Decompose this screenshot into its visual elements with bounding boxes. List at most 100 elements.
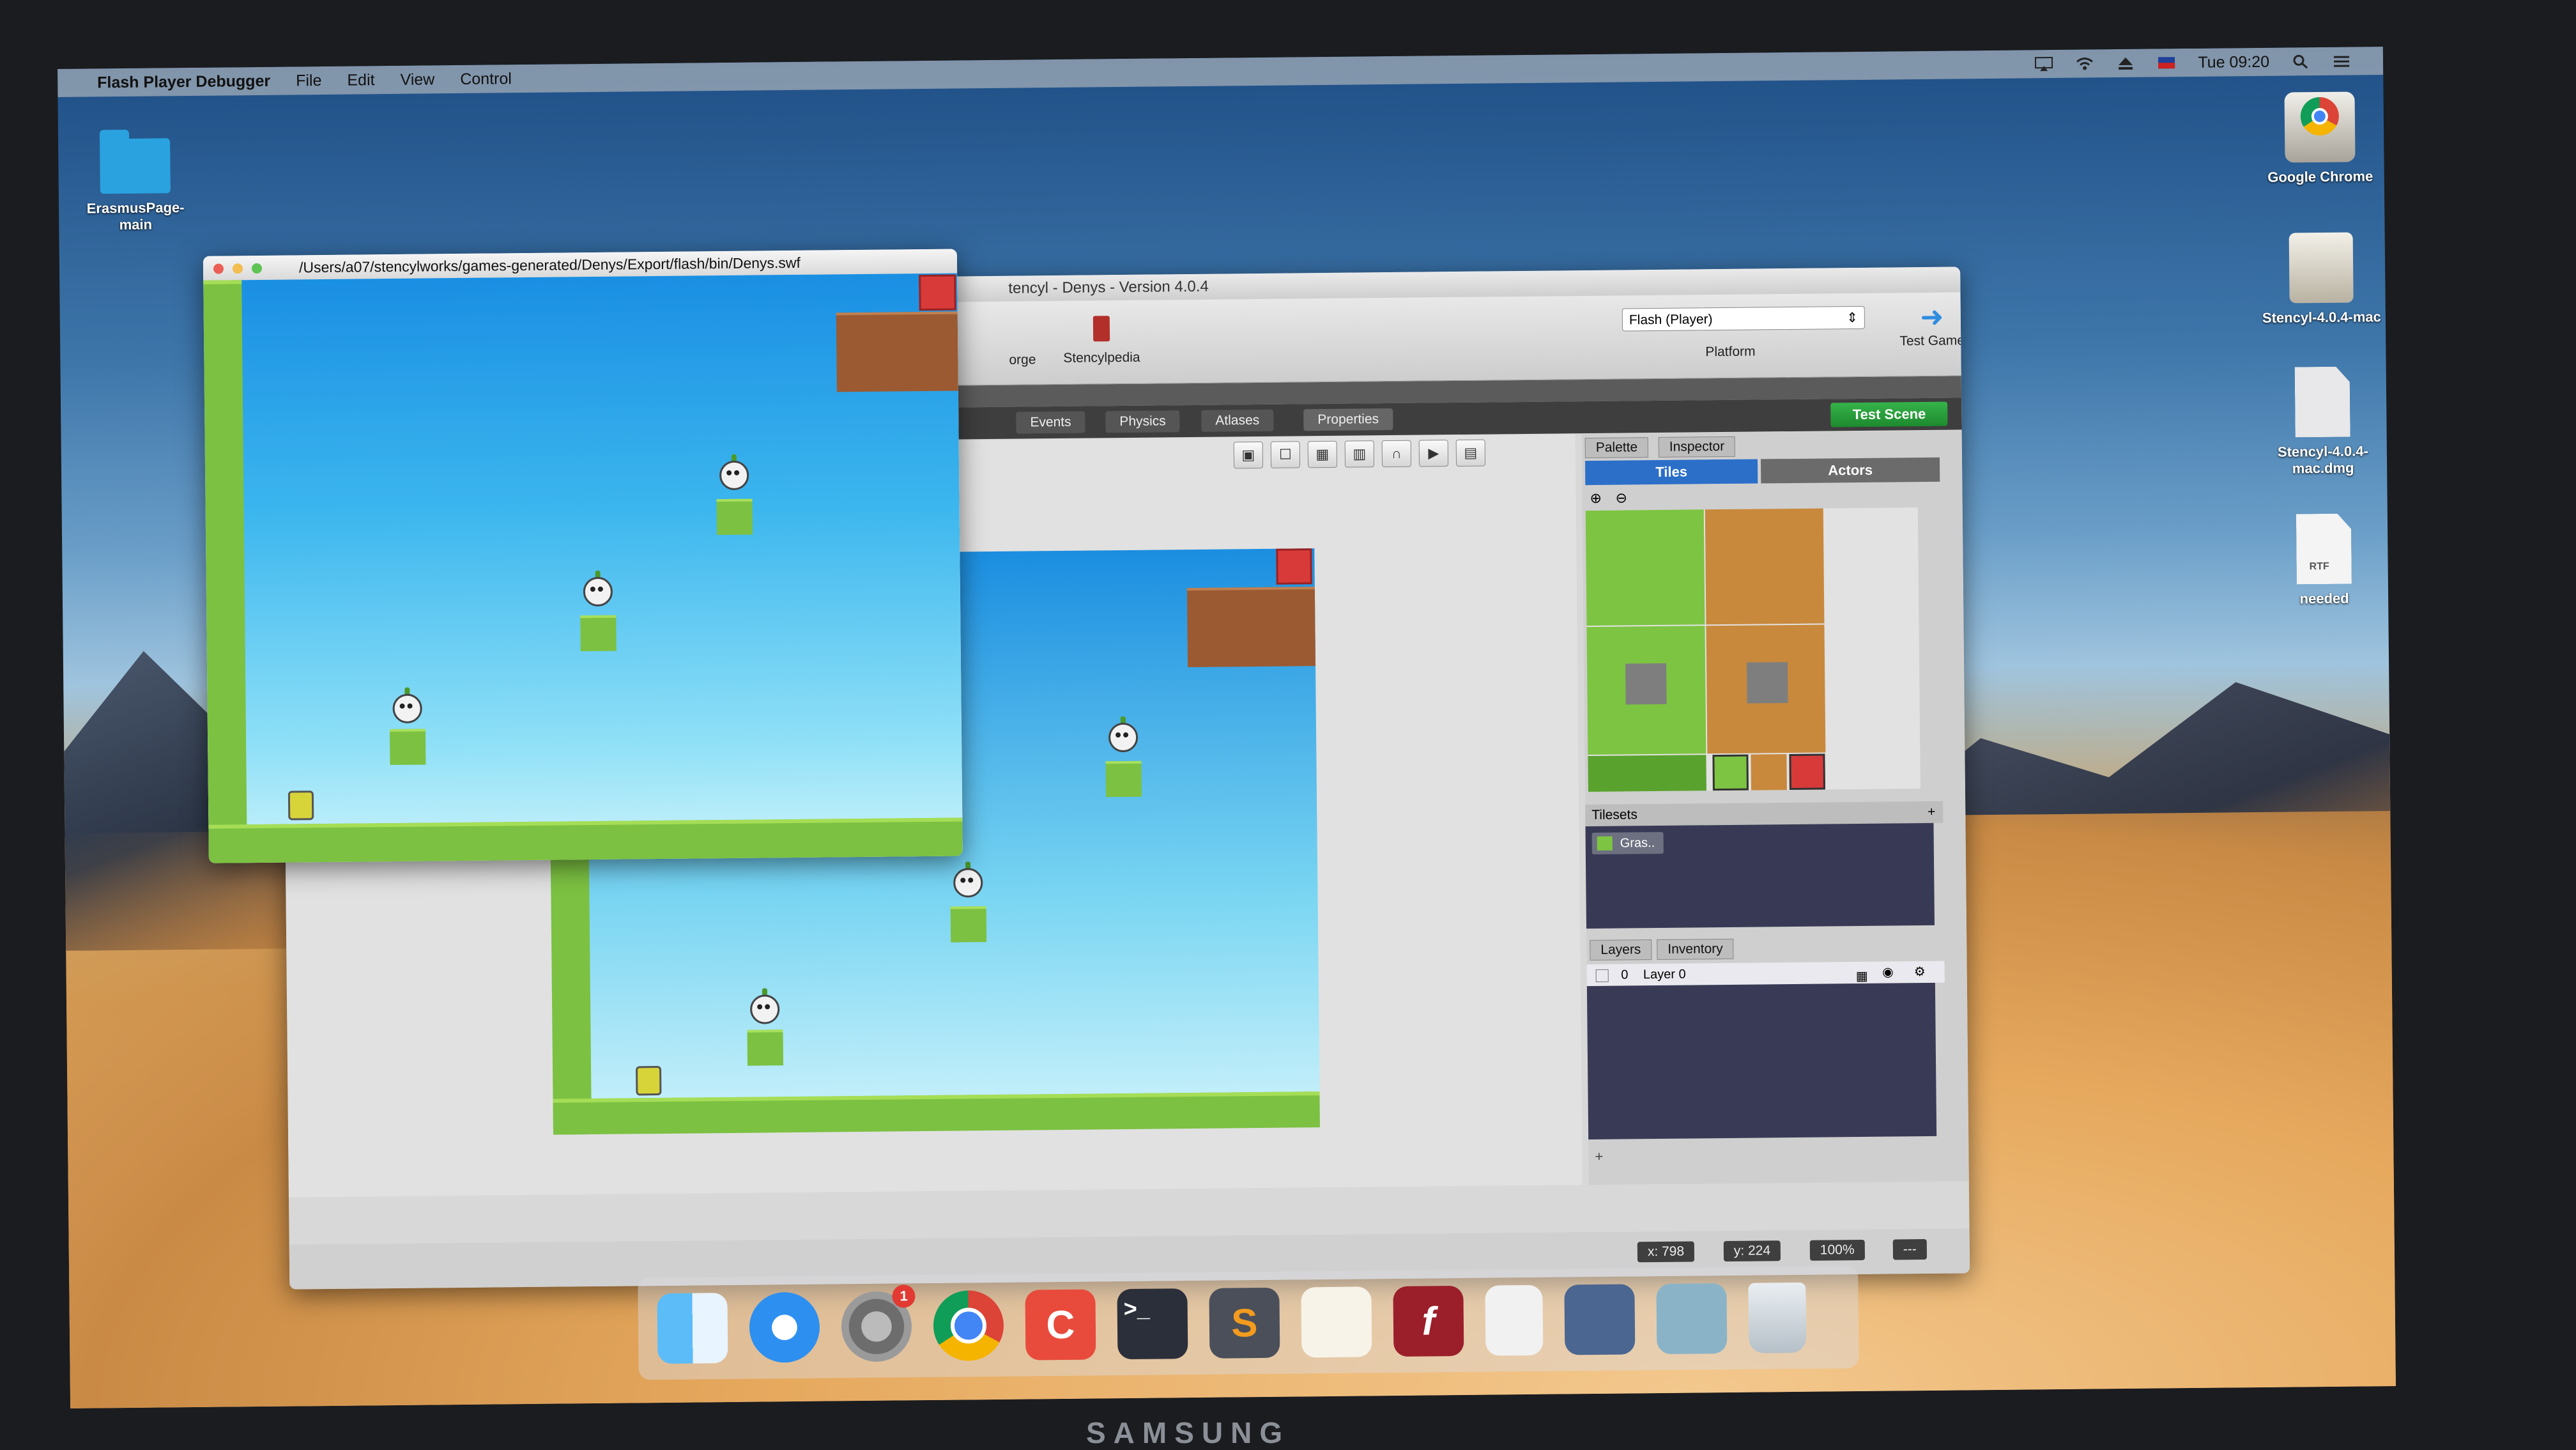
monitor-brand-logo: SAMSUNG bbox=[1086, 1416, 1291, 1449]
tab-physics[interactable]: Physics bbox=[1105, 410, 1180, 433]
safari-icon[interactable] bbox=[749, 1292, 820, 1363]
google-chrome-icon[interactable] bbox=[933, 1290, 1004, 1361]
notification-center-icon[interactable] bbox=[2332, 54, 2351, 69]
menu-control[interactable]: Control bbox=[460, 70, 512, 89]
image-icon[interactable]: ▤ bbox=[1455, 439, 1486, 467]
disk-volume-icon bbox=[2288, 232, 2354, 304]
app-menu[interactable]: Flash Player Debugger bbox=[97, 72, 270, 92]
spotlight-search-icon[interactable] bbox=[2291, 54, 2310, 69]
system-preferences-icon[interactable]: 1 bbox=[841, 1284, 916, 1362]
layer-checkbox[interactable] bbox=[1595, 969, 1609, 982]
tab-atlases[interactable]: Atlases bbox=[1201, 409, 1274, 432]
stencyl-icon[interactable]: C bbox=[1025, 1289, 1096, 1361]
tile-grass[interactable] bbox=[1585, 509, 1705, 626]
game-canvas[interactable] bbox=[203, 273, 963, 863]
close-button[interactable] bbox=[213, 263, 224, 274]
menu-bar: Flash Player Debugger File Edit View Con… bbox=[57, 47, 2384, 97]
textedit-icon[interactable] bbox=[1301, 1286, 1372, 1358]
menu-view[interactable]: View bbox=[400, 70, 434, 89]
stencylpedia-button[interactable]: Stencylpedia bbox=[1060, 316, 1144, 366]
stencylpedia-label: Stencylpedia bbox=[1063, 350, 1140, 366]
tile-dirt-small[interactable] bbox=[1751, 754, 1787, 791]
input-source-flag-icon[interactable] bbox=[2157, 55, 2176, 70]
tiles-grid bbox=[1585, 507, 1920, 792]
arrow-right-icon: ➜ bbox=[1920, 301, 1944, 334]
sublime-text-icon[interactable]: S bbox=[1209, 1287, 1280, 1359]
tile-grass-small[interactable] bbox=[1712, 754, 1749, 791]
desktop-folder-label: ErasmusPage-main bbox=[86, 199, 185, 233]
menubar-clock[interactable]: Tue 09:20 bbox=[2198, 52, 2269, 72]
tab-properties[interactable]: Properties bbox=[1303, 408, 1393, 431]
game-brick-block bbox=[836, 311, 958, 392]
add-layer-icon[interactable]: + bbox=[1595, 1148, 1603, 1165]
zoom-in-icon[interactable]: ⊕ bbox=[1590, 490, 1602, 507]
minimize-button[interactable] bbox=[232, 263, 243, 274]
tile-red-selected[interactable] bbox=[1789, 753, 1825, 791]
status-extra: --- bbox=[1892, 1239, 1928, 1260]
platform-select[interactable]: Flash (Player) ⇕ bbox=[1621, 305, 1866, 332]
tab-tiles[interactable]: Tiles bbox=[1584, 459, 1758, 486]
finder-icon[interactable] bbox=[657, 1293, 728, 1364]
tileset-item[interactable]: Gras.. bbox=[1591, 831, 1664, 855]
tile-grass-edge[interactable] bbox=[1588, 755, 1706, 792]
grid-tool-icon[interactable]: ▦ bbox=[1307, 440, 1338, 468]
desktop-icon-google-chrome[interactable]: Google Chrome bbox=[2256, 91, 2384, 186]
tab-inventory[interactable]: Inventory bbox=[1657, 938, 1734, 960]
tab-inspector[interactable]: Inspector bbox=[1658, 436, 1736, 458]
camera-tool-icon[interactable]: ▣ bbox=[1233, 441, 1264, 469]
player-sprite bbox=[636, 1066, 662, 1096]
tab-layers[interactable]: Layers bbox=[1590, 939, 1652, 961]
tile-dirt[interactable] bbox=[1705, 508, 1825, 625]
zoom-readout[interactable]: 100% bbox=[1809, 1239, 1865, 1261]
trash-icon[interactable] bbox=[1748, 1282, 1807, 1354]
forge-button[interactable]: orge bbox=[1009, 352, 1036, 367]
tilesets-list: Gras.. bbox=[1585, 822, 1935, 929]
play-icon[interactable]: ▶ bbox=[1418, 440, 1449, 467]
menu-edit[interactable]: Edit bbox=[347, 71, 374, 89]
enemy-sprite bbox=[719, 454, 749, 497]
downloads-stack-icon[interactable] bbox=[1564, 1284, 1636, 1355]
test-scene-button[interactable]: Test Scene bbox=[1830, 401, 1948, 428]
documents-stack-icon[interactable] bbox=[1485, 1284, 1544, 1356]
notification-badge: 1 bbox=[892, 1284, 916, 1308]
flash-player-icon[interactable]: f bbox=[1393, 1285, 1464, 1357]
add-tileset-icon[interactable]: + bbox=[1928, 801, 1936, 823]
scene-ground bbox=[553, 1091, 1320, 1135]
rtf-badge: RTF bbox=[2309, 560, 2329, 573]
desktop-folder-erasmus[interactable]: ErasmusPage-main bbox=[71, 138, 199, 234]
screenshot-stack-icon[interactable] bbox=[1656, 1283, 1728, 1355]
desktop-icon-stencyl-dmg[interactable]: Stencyl-4.0.4-mac.dmg bbox=[2258, 366, 2388, 477]
menu-file[interactable]: File bbox=[296, 72, 322, 90]
gear-icon[interactable]: ⚙ bbox=[1914, 961, 1926, 983]
magnet-snap-icon[interactable]: ∩ bbox=[1381, 440, 1412, 468]
tile-stone[interactable] bbox=[1625, 663, 1667, 705]
stencyl-window-title: tencyl - Denys - Version 4.0.4 bbox=[1008, 277, 1209, 297]
zoom-button[interactable] bbox=[251, 263, 263, 274]
chevron-updown-icon: ⇕ bbox=[1846, 310, 1858, 326]
tile-grid-icon[interactable]: ▥ bbox=[1344, 440, 1375, 468]
coord-y-readout: y: 224 bbox=[1723, 1240, 1781, 1262]
desktop-icon-needed[interactable]: RTF needed bbox=[2260, 513, 2388, 608]
tab-events[interactable]: Events bbox=[1016, 411, 1085, 434]
wifi-icon[interactable] bbox=[2075, 56, 2094, 71]
eye-icon[interactable]: ◉ bbox=[1882, 961, 1894, 983]
tile-stone[interactable] bbox=[1747, 662, 1788, 704]
tab-palette[interactable]: Palette bbox=[1584, 437, 1649, 459]
select-tool-icon[interactable]: ☐ bbox=[1270, 441, 1301, 468]
zoom-out-icon[interactable]: ⊖ bbox=[1615, 490, 1627, 506]
eject-icon[interactable] bbox=[2116, 56, 2135, 71]
status-menus: Tue 09:20 bbox=[2034, 52, 2351, 73]
desktop-screen: Flash Player Debugger File Edit View Con… bbox=[57, 47, 2396, 1408]
desktop-icon-stencyl-volume[interactable]: Stencyl-4.0.4-mac bbox=[2257, 232, 2386, 327]
test-game-button[interactable]: ➜ Test Game bbox=[1897, 301, 1968, 349]
platform-label: Platform bbox=[1705, 344, 1756, 360]
airplay-icon[interactable] bbox=[2034, 56, 2053, 72]
tileset-name: Gras.. bbox=[1620, 836, 1655, 851]
layer-row[interactable]: 0 Layer 0 ▦ ◉ ⚙ bbox=[1586, 960, 1945, 987]
desktop-icon-label: Stencyl-4.0.4-mac.dmg bbox=[2277, 443, 2368, 477]
chrome-drive-icon bbox=[2284, 91, 2356, 163]
enemy-sprite bbox=[583, 570, 613, 613]
terminal-icon[interactable]: >_ bbox=[1117, 1288, 1188, 1360]
tab-actors[interactable]: Actors bbox=[1760, 457, 1940, 484]
game-left-wall bbox=[203, 280, 247, 863]
